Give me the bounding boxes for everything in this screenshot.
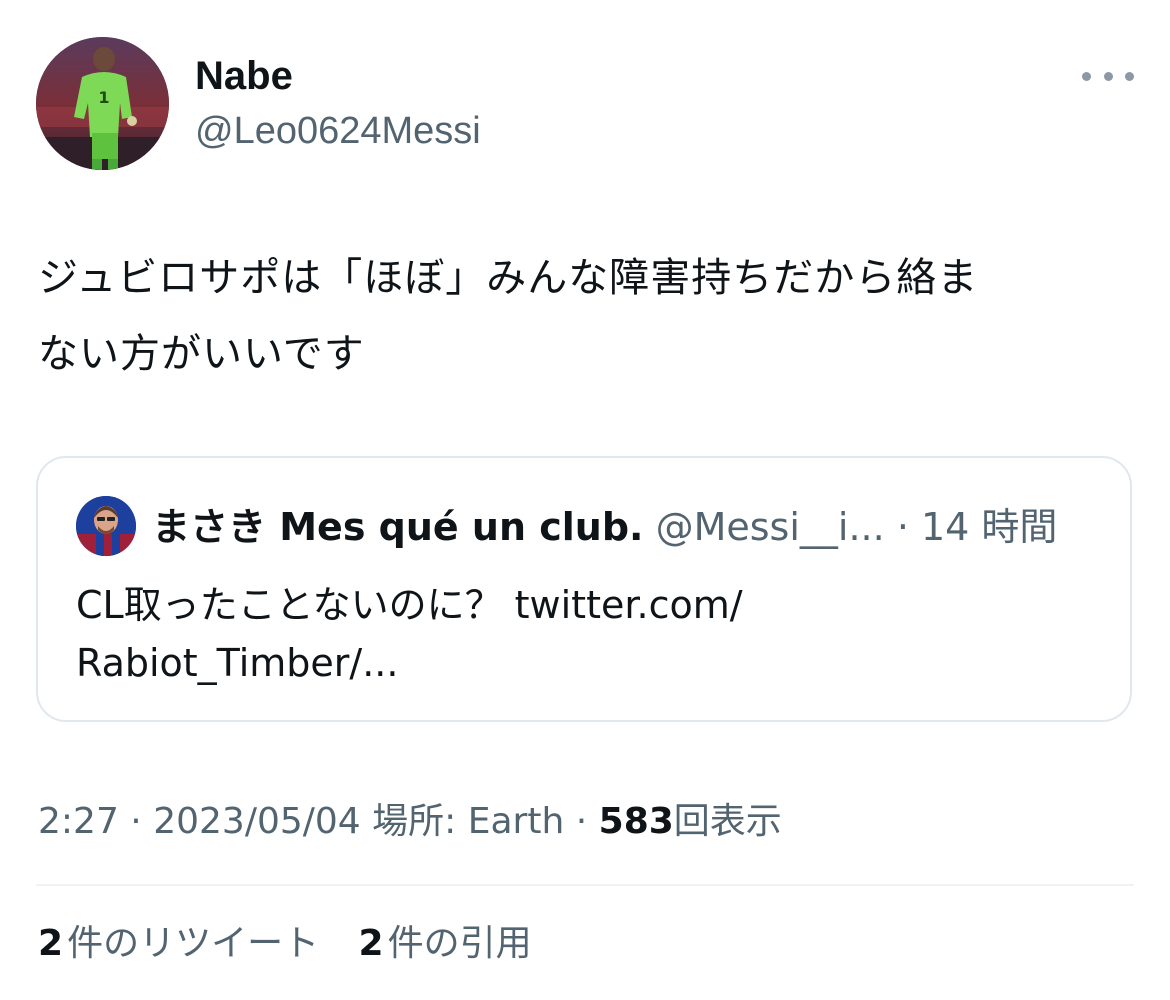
quoted-author-display-name: まさき Mes qué un club. xyxy=(152,505,644,549)
tweet-date[interactable]: 2023/05/04 xyxy=(153,801,361,842)
tweet-location: 場所: Earth xyxy=(372,801,565,842)
quoted-tweet-header: まさき Mes qué un club. @Messi__i... · 14 時… xyxy=(152,502,1057,552)
retweets-count: 2 xyxy=(38,923,64,964)
tweet-stats: 2 件のリツイート 2 件の引用 xyxy=(38,920,560,968)
quoted-header-separator: · xyxy=(896,505,909,549)
author-avatar[interactable]: 1 xyxy=(36,37,169,170)
quoted-avatar-image xyxy=(76,496,136,556)
quoted-author-avatar xyxy=(76,496,136,556)
tweet-time[interactable]: 2:27 xyxy=(38,801,119,842)
views-count: 583 xyxy=(598,801,674,842)
quoted-tweet-time: 14 時間 xyxy=(921,505,1058,549)
author-display-name[interactable]: Nabe xyxy=(195,52,293,100)
more-horizontal-icon-dot xyxy=(1103,71,1113,81)
quotes-label: 件の引用 xyxy=(387,923,532,964)
retweets-label: 件のリツイート xyxy=(67,923,320,964)
quoted-author-handle: @Messi__i... xyxy=(655,505,885,549)
views-label: 回表示 xyxy=(673,801,782,842)
tweet-meta: 2:27 · 2023/05/04 場所: Earth · 583回表示 xyxy=(38,798,782,846)
author-handle[interactable]: @Leo0624Messi xyxy=(195,108,481,154)
meta-separator: · xyxy=(130,801,142,842)
quotes-stat[interactable]: 2 件の引用 xyxy=(359,920,532,968)
tweet-text-line: ない方がいいです xyxy=(38,331,365,377)
avatar-image: 1 xyxy=(36,37,169,170)
tweet-text-line: ジュビロサポは「ほぼ」みんな障害持ちだから絡ま xyxy=(38,255,979,301)
retweets-stat[interactable]: 2 件のリツイート xyxy=(38,920,319,968)
more-horizontal-icon xyxy=(1082,71,1091,81)
quoted-tweet-card[interactable]: まさき Mes qué un club. @Messi__i... · 14 時… xyxy=(36,456,1132,722)
svg-text:1: 1 xyxy=(98,88,109,107)
quotes-count: 2 xyxy=(358,923,384,964)
tweet-detail: 1 Nabe @Leo0624Messi ジュビロサポは「ほぼ」みんな障害持ちだ… xyxy=(0,0,1170,1000)
meta-separator: · xyxy=(575,801,588,842)
tweet-text: ジュビロサポは「ほぼ」みんな障害持ちだから絡ま ない方がいいです xyxy=(38,240,1138,392)
more-options-button[interactable] xyxy=(1082,62,1134,90)
divider xyxy=(36,884,1134,886)
quoted-text-line[interactable]: Rabiot_Timber/... xyxy=(76,634,1076,692)
quoted-text-line: CL取ったことないのに？ twitter.com/ xyxy=(76,583,743,627)
more-horizontal-icon-dot xyxy=(1125,71,1134,81)
quoted-tweet-text: CL取ったことないのに？ twitter.com/ Rabiot_Timber/… xyxy=(76,576,1076,692)
